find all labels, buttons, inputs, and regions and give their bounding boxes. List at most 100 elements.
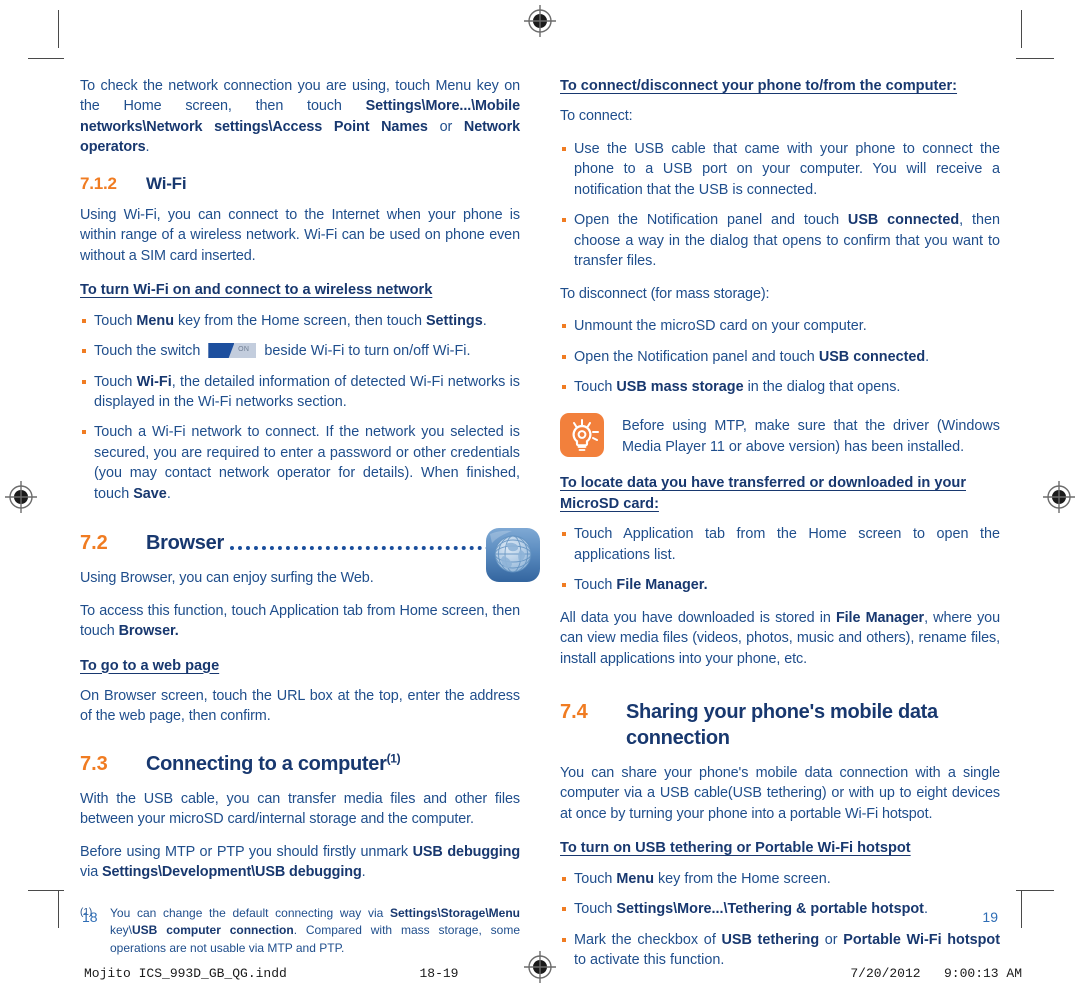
section-number-72: 7.2 — [80, 532, 108, 555]
browser-globe-icon — [484, 526, 542, 584]
sharing-paragraph: You can share your phone's mobile data c… — [560, 764, 1000, 822]
locate-part1: All data you have downloaded is stored i… — [560, 609, 836, 626]
section-heading-74: 7.4 Sharing your phone's mobile data con… — [560, 699, 1000, 751]
plain-text: Touch — [94, 373, 137, 390]
list-item: Touch the switch ON beside Wi-Fi to turn… — [80, 341, 520, 361]
computer-p2-bold2: Settings\Development\USB debugging — [102, 864, 362, 881]
emphasis-text: Settings\More...\Tethering & portable ho… — [616, 901, 924, 918]
print-footer-timestamp: 7/20/2012 9:00:13 AM — [850, 966, 1022, 981]
plain-text: Touch — [574, 378, 617, 395]
intro-paragraph: To check the network connection you are … — [80, 76, 520, 158]
emphasis-text: Save — [133, 485, 167, 502]
locate-bullet-list: Touch Application tab from the Home scre… — [560, 524, 1000, 595]
right-page-column: To connect/disconnect your phone to/from… — [560, 76, 1000, 981]
list-item: Touch Menu key from the Home screen, the… — [80, 311, 520, 331]
emphasis-text: File Manager. — [616, 577, 708, 594]
plain-text: Touch — [574, 577, 617, 594]
tethering-heading: To turn on USB tethering or Portable Wi-… — [560, 840, 911, 857]
list-item: Touch Application tab from the Home scre… — [560, 524, 1000, 565]
plain-text: to activate this function. — [574, 952, 725, 969]
switch-knob — [208, 343, 235, 359]
to-connect-label: To connect: — [560, 108, 633, 125]
tip-text: Before using MTP, make sure that the dri… — [622, 418, 1000, 455]
emphasis-text: Menu — [616, 870, 654, 887]
plain-text: . — [166, 485, 171, 502]
plain-text: or — [819, 931, 844, 948]
list-item: Touch Settings\More...\Tethering & porta… — [560, 899, 1000, 919]
computer-p2-part1: Before using MTP or PTP you should first… — [80, 843, 413, 860]
print-time: 9:00:13 AM — [943, 966, 1022, 981]
plain-text: Touch the switch — [94, 343, 205, 360]
plain-text: Open the Notification panel and touch — [574, 212, 848, 229]
browser-p2-bold1: Browser. — [118, 623, 179, 640]
section-number-712: 7.1.2 — [80, 173, 117, 193]
section-heading-72: 7.2 Browser — [80, 528, 540, 583]
footnote: (1) You can change the default connectin… — [80, 905, 520, 957]
emphasis-text: Settings — [425, 312, 483, 329]
footnote-body: You can change the default connecting wa… — [110, 905, 520, 957]
locate-paragraph: All data you have downloaded is stored i… — [560, 608, 1000, 669]
wifi-turn-on-heading: To turn Wi-Fi on and connect to a wirele… — [80, 282, 433, 299]
list-item: Touch USB mass storage in the dialog tha… — [560, 377, 1000, 397]
page-number-left: 18 — [82, 909, 98, 925]
plain-text: Unmount the microSD card on your compute… — [574, 318, 867, 335]
plain-text: . — [482, 312, 487, 329]
print-footer-filename: Mojito ICS_993D_GB_QG.indd 18-19 — [84, 966, 458, 981]
section-title-73-text: Connecting to a computer — [146, 752, 387, 775]
list-item: Use the USB cable that came with your ph… — [560, 139, 1000, 200]
section-title-74: Sharing your phone's mobile data connect… — [626, 700, 938, 749]
list-item: Open the Notification panel and touch US… — [560, 347, 1000, 367]
document-spread: To check the network connection you are … — [0, 0, 1080, 999]
plain-text: beside Wi-Fi to turn on/off Wi-Fi. — [260, 343, 471, 360]
print-date: 7/20/2012 — [850, 966, 921, 981]
plain-text: Touch — [574, 870, 617, 887]
computer-p2-mid: via — [80, 864, 102, 881]
computer-p2-end: . — [361, 864, 366, 881]
section-number-74: 7.4 — [560, 700, 588, 723]
section-title-73: Connecting to a computer(1) — [146, 751, 520, 777]
tethering-bullet-list: Touch Menu key from the Home screen. Touc… — [560, 869, 1000, 971]
footnote-part1: You can change the default connecting wa… — [110, 905, 390, 920]
connect-bullet-list: Use the USB cable that came with your ph… — [560, 139, 1000, 272]
plain-text: . — [925, 348, 930, 365]
plain-text: in the dialog that opens. — [743, 378, 901, 395]
wifi-bullet-list: Touch Menu key from the Home screen, the… — [80, 311, 520, 505]
footnote-mid1: key\ — [110, 923, 133, 938]
print-filename: Mojito ICS_993D_GB_QG.indd — [84, 966, 287, 981]
list-item: Touch Menu key from the Home screen. — [560, 869, 1000, 889]
left-page-column: To check the network connection you are … — [80, 76, 540, 957]
emphasis-text: USB connected — [847, 212, 960, 229]
browser-paragraph-1: Using Browser, you can enjoy surfing the… — [80, 570, 374, 587]
section-73-superscript: (1) — [386, 751, 401, 766]
intro-end: . — [145, 139, 150, 156]
wifi-intro-paragraph: Using Wi-Fi, you can connect to the Inte… — [80, 206, 520, 264]
to-disconnect-label: To disconnect (for mass storage): — [560, 285, 770, 302]
plain-text: Mark the checkbox of — [574, 931, 722, 948]
print-spread: 18-19 — [419, 966, 459, 981]
list-item: Unmount the microSD card on your compute… — [560, 316, 1000, 336]
plain-text: Touch — [94, 312, 137, 329]
plain-text: . — [923, 901, 928, 918]
lightbulb-tip-icon — [560, 413, 604, 458]
plain-text: key from the Home screen. — [653, 870, 831, 887]
disconnect-bullet-list: Unmount the microSD card on your compute… — [560, 316, 1000, 397]
tip-callout: Before using MTP, make sure that the dri… — [560, 413, 1000, 458]
locate-data-heading: To locate data you have transferred or d… — [560, 475, 966, 512]
dotted-leader — [229, 546, 514, 551]
section-heading-73: 7.3 Connecting to a computer(1) — [80, 751, 520, 777]
web-page-paragraph: On Browser screen, touch the URL box at … — [80, 688, 520, 725]
plain-text: Touch — [574, 901, 617, 918]
list-item: Mark the checkbox of USB tethering or Po… — [560, 930, 1000, 971]
section-number-73: 7.3 — [80, 752, 108, 775]
browser-paragraph-2: To access this function, touch Applicati… — [80, 601, 520, 642]
emphasis-text: USB connected — [818, 348, 926, 365]
locate-bold1: File Manager — [835, 609, 925, 626]
footnote-bold1: Settings\Storage\Menu — [389, 905, 520, 920]
plain-text: Open the Notification panel and touch — [574, 348, 819, 365]
computer-paragraph-1: With the USB cable, you can transfer med… — [80, 790, 520, 828]
web-page-heading: To go to a web page — [80, 657, 220, 674]
emphasis-text: Portable Wi-Fi hotspot — [843, 931, 1000, 948]
computer-p2-bold1: USB debugging — [412, 843, 521, 860]
emphasis-text: Wi-Fi — [136, 373, 172, 390]
switch-on-label: ON — [238, 346, 250, 354]
